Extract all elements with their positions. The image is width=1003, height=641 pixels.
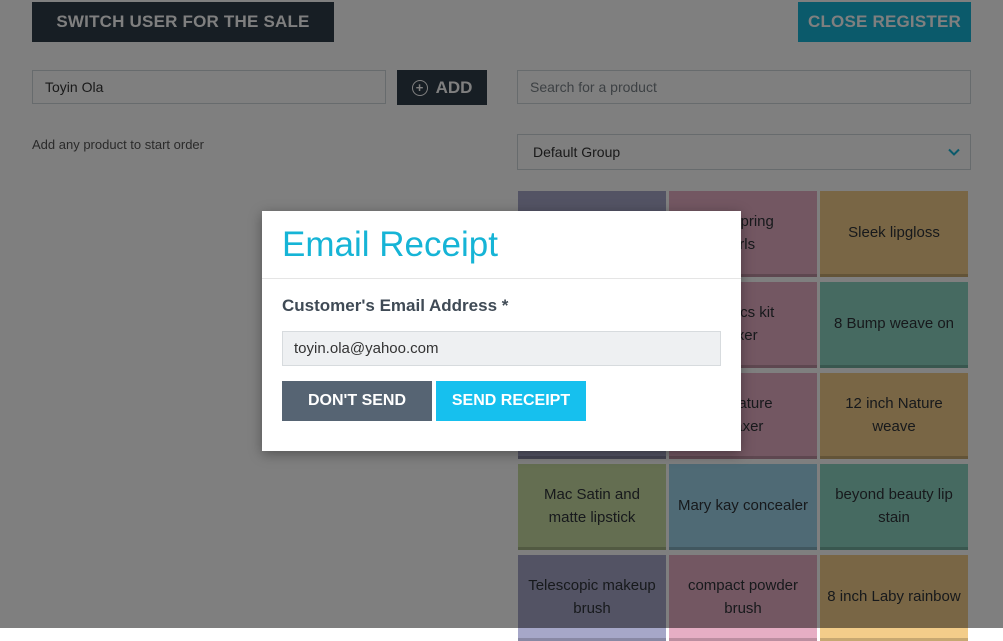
email-receipt-modal: Email Receipt Customer's Email Address *… — [262, 211, 741, 451]
email-field[interactable]: toyin.ola@yahoo.com — [282, 331, 721, 366]
email-field-label: Customer's Email Address * — [282, 296, 509, 315]
dont-send-button[interactable]: DON'T SEND — [282, 381, 432, 421]
modal-title: Email Receipt — [282, 225, 498, 264]
send-receipt-button[interactable]: SEND RECEIPT — [436, 381, 586, 421]
